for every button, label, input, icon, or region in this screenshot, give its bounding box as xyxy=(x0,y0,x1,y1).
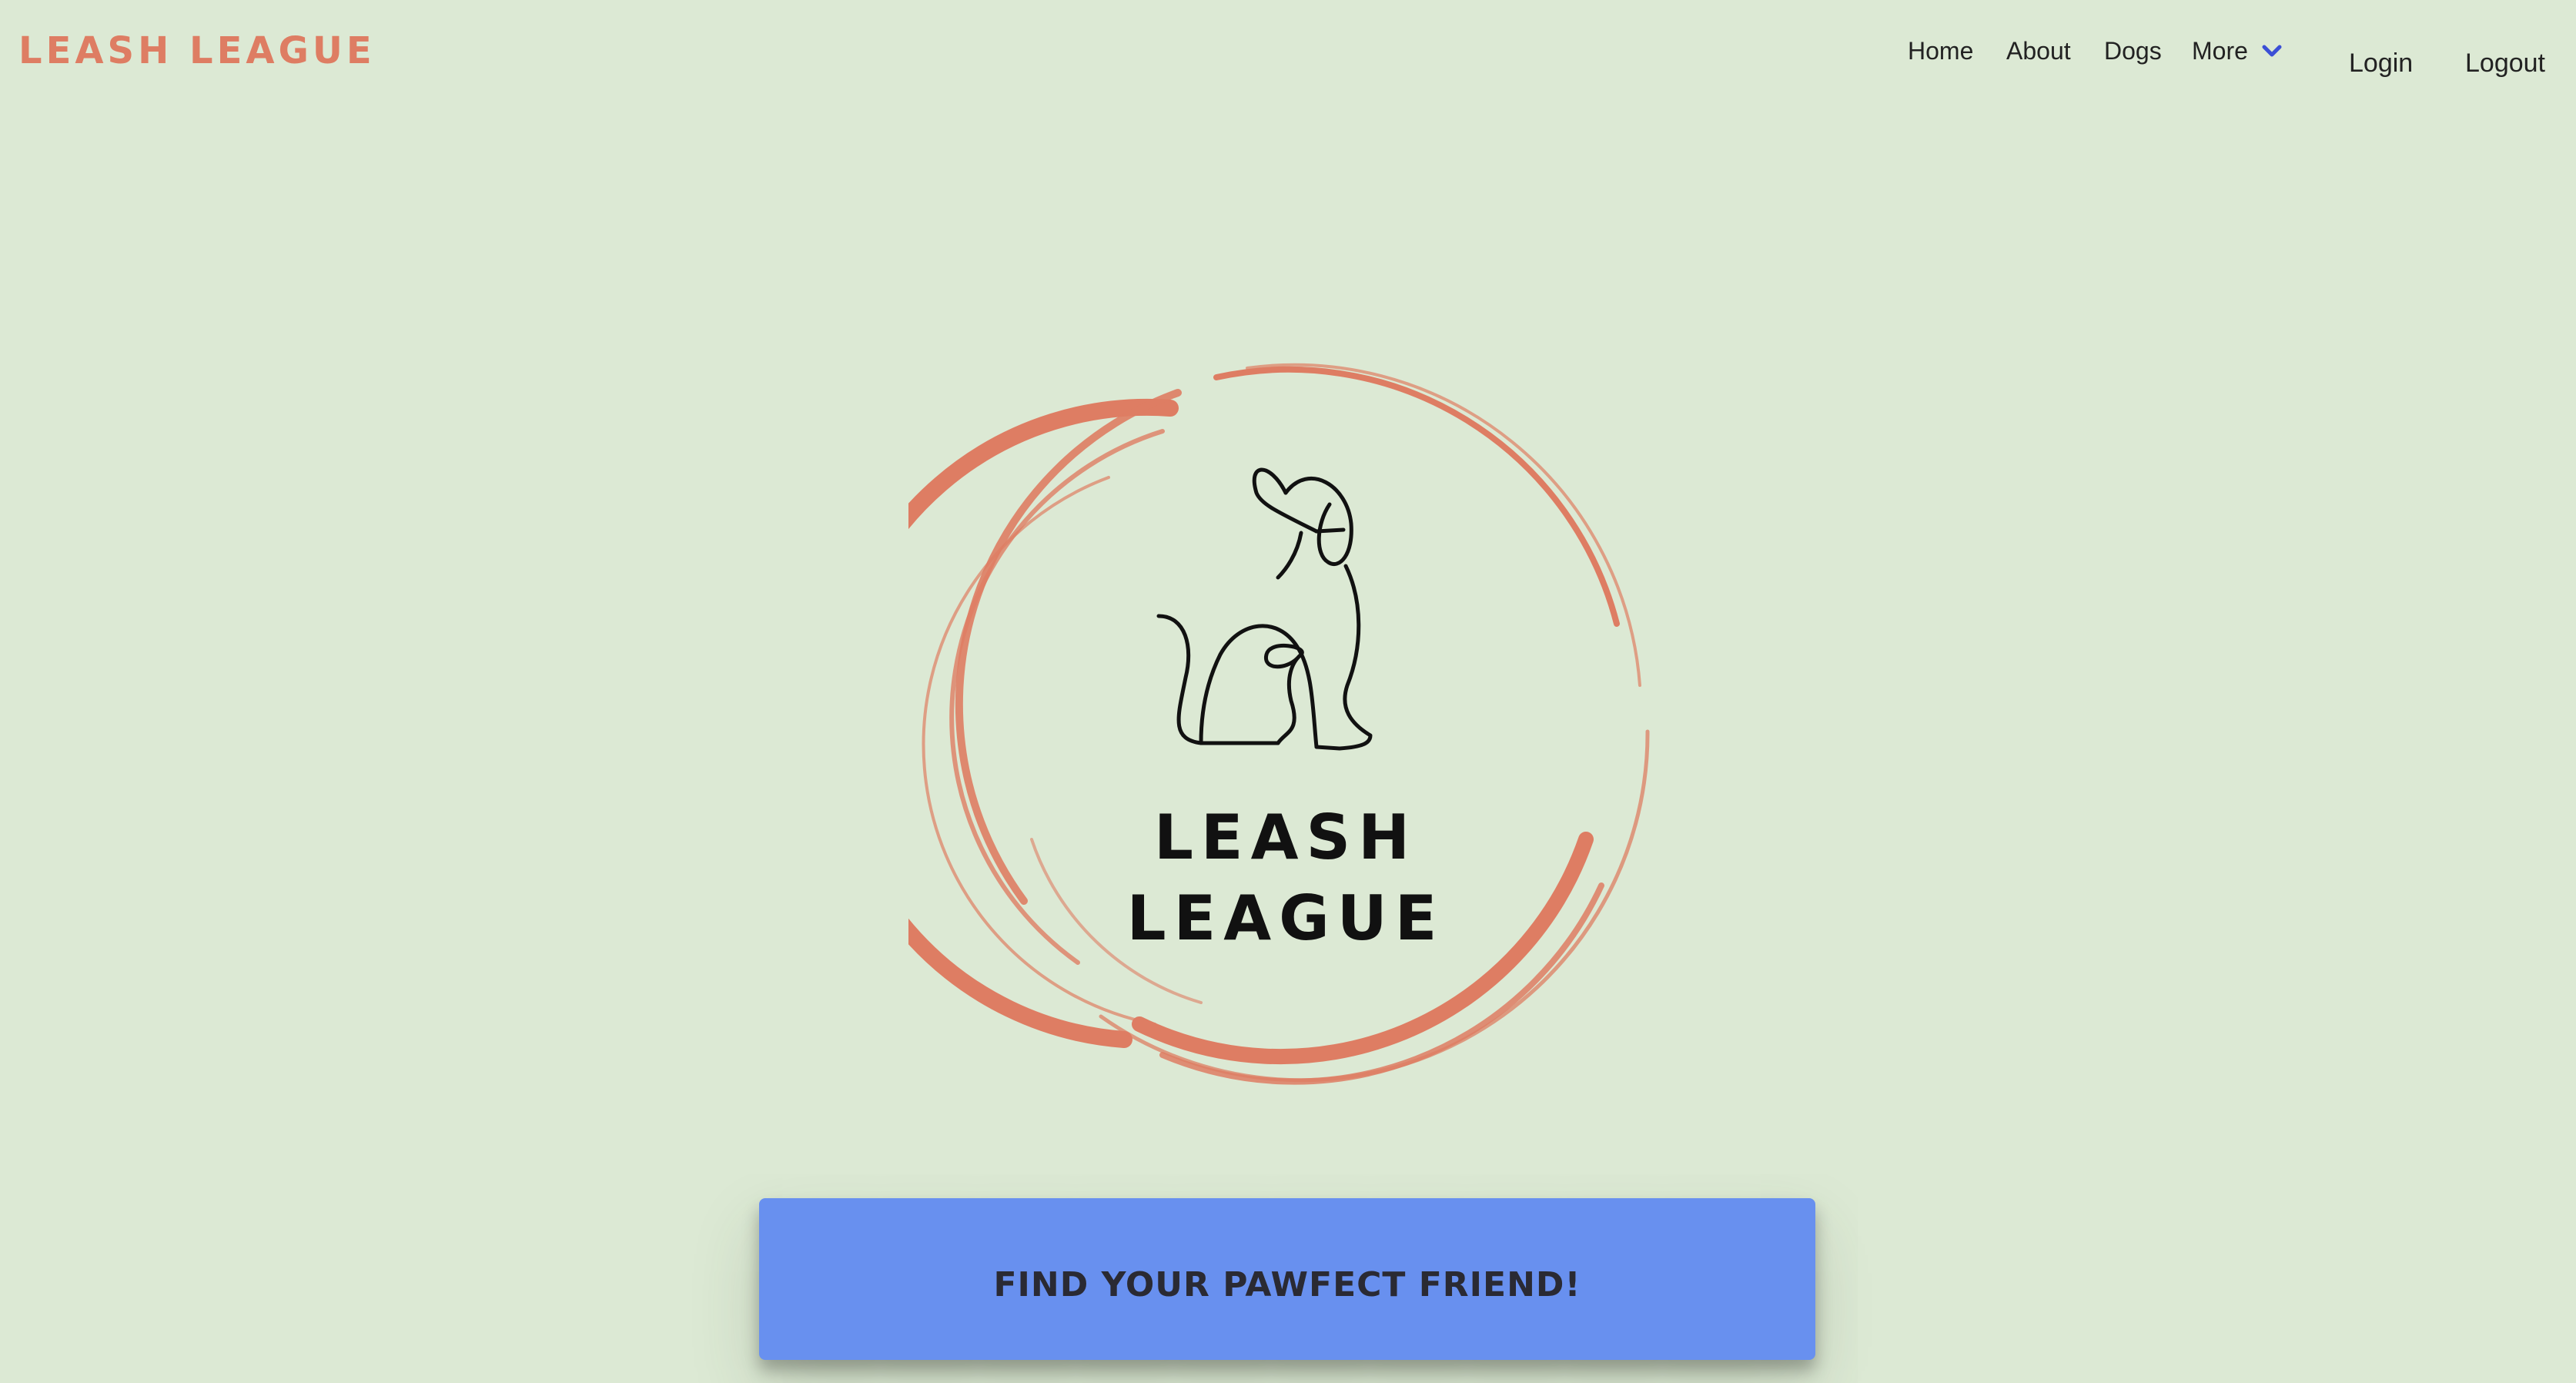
hero-logo: LEASH LEAGUE xyxy=(821,347,1663,1086)
dog-outline-icon xyxy=(1156,467,1373,751)
logout-link[interactable]: Logout xyxy=(2465,43,2545,83)
logo-text-line1: LEASH xyxy=(1154,802,1417,873)
brush-circle-icon: LEASH LEAGUE xyxy=(821,363,1650,1085)
cta-label: FIND YOUR PAWFECT FRIEND! xyxy=(993,1264,1581,1304)
nav-more-dropdown[interactable]: More xyxy=(2192,31,2248,71)
nav-about-link[interactable]: About xyxy=(2006,31,2071,71)
login-link[interactable]: Login xyxy=(2349,43,2413,83)
navbar: LEASH LEAGUE Home About Dogs More Login … xyxy=(0,0,2576,108)
chevron-down-icon[interactable] xyxy=(2260,39,2284,63)
nav-links: Home About Dogs More Login Logout xyxy=(0,31,2576,78)
logo-text-line2: LEAGUE xyxy=(1127,882,1445,954)
find-pawfect-friend-button[interactable]: FIND YOUR PAWFECT FRIEND! xyxy=(759,1198,1815,1360)
nav-dogs-link[interactable]: Dogs xyxy=(2104,31,2162,71)
nav-home-link[interactable]: Home xyxy=(1908,31,1973,71)
